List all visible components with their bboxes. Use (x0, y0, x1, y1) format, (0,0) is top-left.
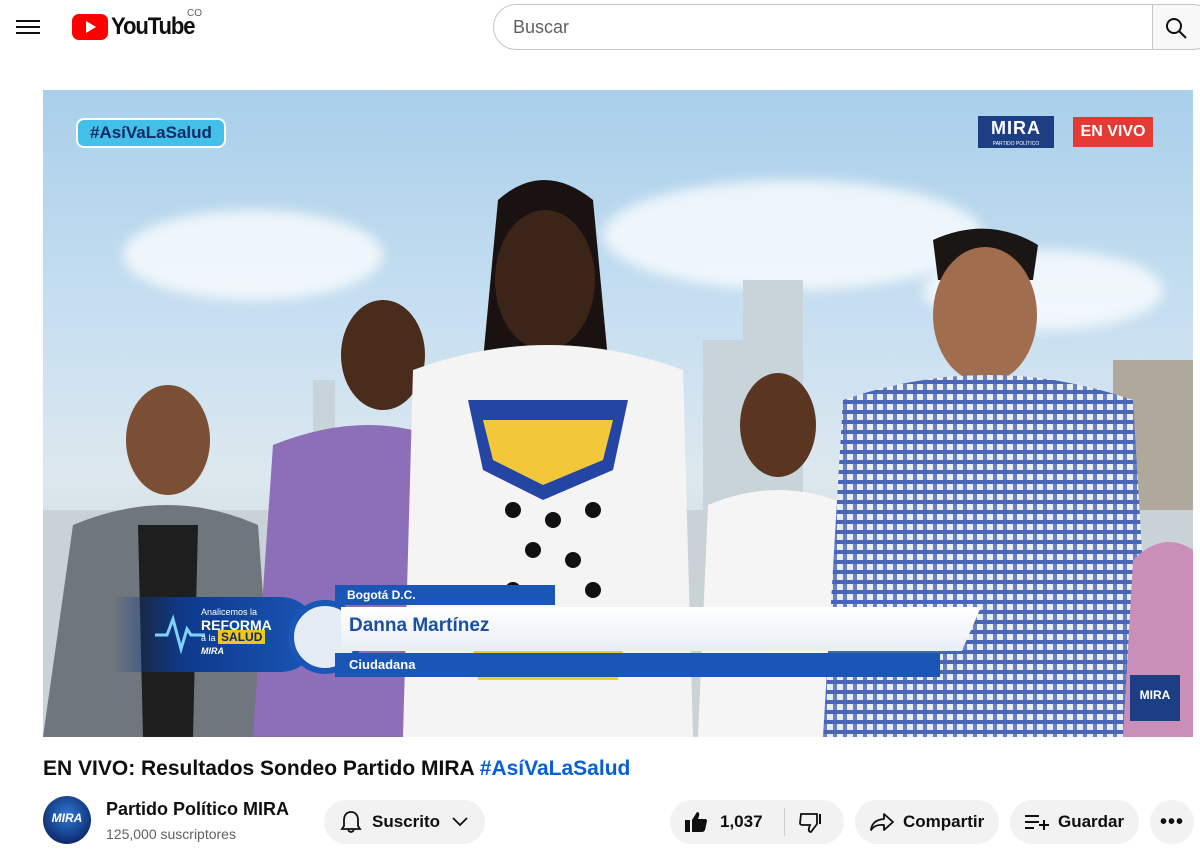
channel-avatar[interactable]: MIRA (43, 796, 91, 844)
video-title-hashtag-link[interactable]: #AsíVaLaSalud (480, 757, 631, 780)
program-brand: MIRA (201, 646, 224, 656)
share-icon (870, 813, 894, 831)
like-button[interactable]: 1,037 (670, 800, 784, 844)
mira-logo-text: MIRA (991, 118, 1041, 138)
mira-logo-badge: MIRA PARTIDO POLÍTICO (978, 116, 1054, 148)
speaker-role: Ciudadana (349, 657, 416, 672)
speaker-name: Danna Martínez (349, 615, 490, 636)
city-label: Bogotá D.C. (335, 585, 555, 605)
thumbs-down-icon (799, 813, 821, 833)
role-bar (335, 653, 940, 677)
subscribed-button[interactable]: Suscrito (324, 800, 485, 844)
playlist-add-icon (1025, 815, 1049, 830)
masthead: YouTube CO (0, 0, 1200, 56)
like-count: 1,037 (720, 812, 763, 831)
menu-icon[interactable] (16, 16, 40, 36)
bell-icon (340, 811, 362, 833)
hashtag-badge: #AsíVaLaSalud (76, 118, 226, 148)
share-label: Compartir (903, 812, 985, 831)
background-cloud (123, 210, 383, 300)
more-dots-icon: ••• (1159, 810, 1184, 833)
channel-name[interactable]: Partido Político MIRA (106, 799, 289, 820)
search-box[interactable] (493, 4, 1153, 50)
search-input[interactable] (513, 16, 1153, 38)
mira-watermark: MIRA (1130, 675, 1180, 721)
like-dislike-group: 1,037 (670, 800, 844, 844)
program-line-4: SALUD (218, 630, 266, 644)
dislike-button[interactable] (785, 800, 843, 844)
program-logo-text: Analicemos la REFORMA a la SALUD MIRA (201, 607, 272, 657)
subscriber-count: 125,000 suscriptores (106, 826, 236, 842)
heartbeat-icon (155, 614, 205, 655)
subscribed-label: Suscrito (372, 812, 441, 831)
more-actions-button[interactable]: ••• (1150, 800, 1194, 844)
logo-text: YouTube (111, 13, 196, 40)
video-title-text: EN VIVO: Resultados Sondeo Partido MIRA (43, 757, 474, 780)
channel-avatar-text: MIRA (51, 811, 83, 825)
country-code: CO (187, 8, 202, 19)
lower-third: Analicemos la REFORMA a la SALUD MIRA Bo… (113, 585, 983, 685)
youtube-logo-icon (72, 14, 108, 40)
program-line-1: Analicemos la (201, 607, 258, 617)
save-label: Guardar (1058, 812, 1125, 831)
mira-logo-subtext: PARTIDO POLÍTICO (992, 141, 1040, 147)
search-button[interactable] (1152, 4, 1200, 50)
youtube-logo[interactable]: YouTube (72, 12, 202, 42)
chevron-down-icon (452, 817, 468, 827)
share-button[interactable]: Compartir (855, 800, 999, 844)
thumbs-up-icon (685, 812, 707, 832)
program-line-3: a la (201, 633, 216, 643)
video-title: EN VIVO: Resultados Sondeo Partido MIRA … (43, 757, 630, 781)
save-button[interactable]: Guardar (1010, 800, 1139, 844)
live-badge: EN VIVO (1073, 117, 1153, 147)
search-icon (1166, 18, 1187, 39)
video-player[interactable]: #AsíVaLaSalud MIRA PARTIDO POLÍTICO EN V… (43, 90, 1193, 737)
